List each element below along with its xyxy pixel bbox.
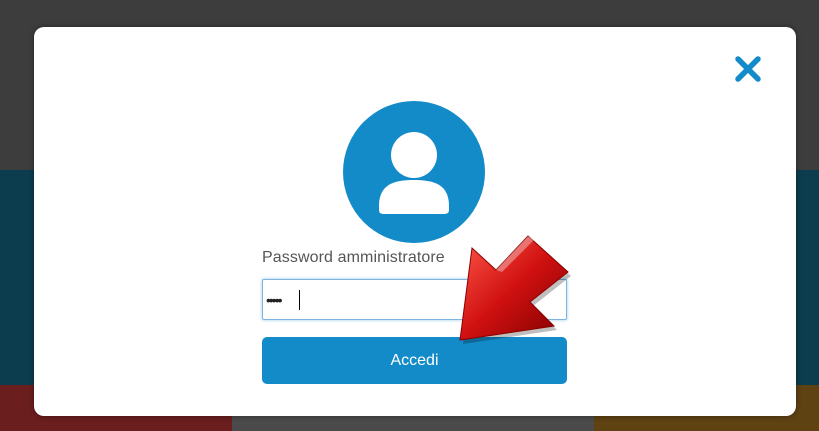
user-icon <box>379 132 449 214</box>
close-button[interactable] <box>730 51 766 87</box>
password-field[interactable] <box>262 279 567 320</box>
close-icon <box>735 56 761 82</box>
login-button[interactable]: Accedi <box>262 337 567 384</box>
avatar <box>343 101 485 243</box>
password-label: Password amministratore <box>262 249 445 266</box>
text-caret <box>299 290 300 310</box>
login-dialog: Password amministratore Accedi <box>34 27 796 416</box>
